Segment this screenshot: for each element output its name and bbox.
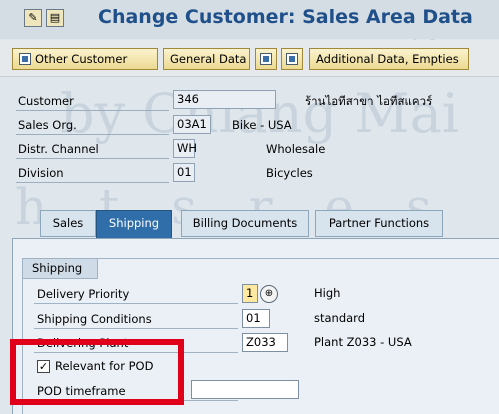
- tab-sales[interactable]: Sales: [40, 210, 96, 237]
- page-title: Change Customer: Sales Area Data: [98, 6, 473, 28]
- highlight-box: [10, 339, 184, 405]
- customer-label: Customer: [16, 92, 169, 111]
- display-change-icon[interactable]: ✎: [24, 9, 42, 27]
- sales-org-field: 03A1: [173, 115, 211, 134]
- division-label: Division: [16, 164, 169, 183]
- application-toolbar: Other Customer General Data Additional D…: [0, 40, 499, 77]
- delivery-priority-text: High: [314, 286, 341, 300]
- delivering-plant-input[interactable]: Z033: [242, 333, 288, 352]
- tab-billing-documents[interactable]: Billing Documents: [181, 210, 309, 237]
- distr-channel-label: Distr. Channel: [16, 140, 169, 159]
- other-customer-label: Other Customer: [35, 52, 128, 66]
- customer-field: 346: [173, 90, 276, 109]
- document-icon[interactable]: ▤: [46, 9, 64, 27]
- distr-channel-field: WH: [173, 139, 197, 158]
- sales-org-label: Sales Org.: [16, 116, 169, 135]
- tab-partner-functions[interactable]: Partner Functions: [315, 210, 443, 237]
- shipping-group-title: Shipping: [22, 258, 98, 279]
- sales-area-icon: [286, 53, 298, 65]
- pod-timeframe-input[interactable]: [191, 380, 299, 399]
- sales-area-data-button[interactable]: [281, 48, 303, 70]
- shipping-conditions-input[interactable]: 01: [242, 309, 270, 328]
- additional-data-button[interactable]: Additional Data, Empties: [309, 48, 469, 70]
- customer-name: ร้านไอทีสาขา ไอทีสแควร์: [305, 94, 433, 108]
- title-bar: ✎ ▤ Change Customer: Sales Area Data: [0, 0, 499, 39]
- tab-shipping[interactable]: Shipping: [96, 210, 172, 239]
- division-name: Bicycles: [266, 166, 313, 180]
- division-field: 01: [173, 163, 195, 182]
- delivery-priority-label: Delivery Priority: [34, 284, 238, 304]
- shipping-conditions-label: Shipping Conditions: [34, 309, 238, 329]
- delivery-priority-input[interactable]: 1: [242, 284, 258, 303]
- other-customer-button[interactable]: Other Customer: [12, 48, 158, 70]
- company-code-data-button[interactable]: [255, 48, 277, 70]
- other-customer-icon: [19, 53, 31, 65]
- general-data-button[interactable]: General Data: [163, 48, 250, 70]
- shipping-conditions-text: standard: [314, 311, 366, 325]
- delivering-plant-text: Plant Z033 - USA: [314, 335, 412, 349]
- company-code-icon: [260, 53, 272, 65]
- general-data-label: General Data: [170, 52, 247, 66]
- distr-channel-name: Wholesale: [266, 142, 326, 156]
- value-help-icon[interactable]: ⊕: [260, 285, 278, 303]
- additional-data-label: Additional Data, Empties: [316, 52, 459, 66]
- sales-org-name: Bike - USA: [232, 118, 292, 132]
